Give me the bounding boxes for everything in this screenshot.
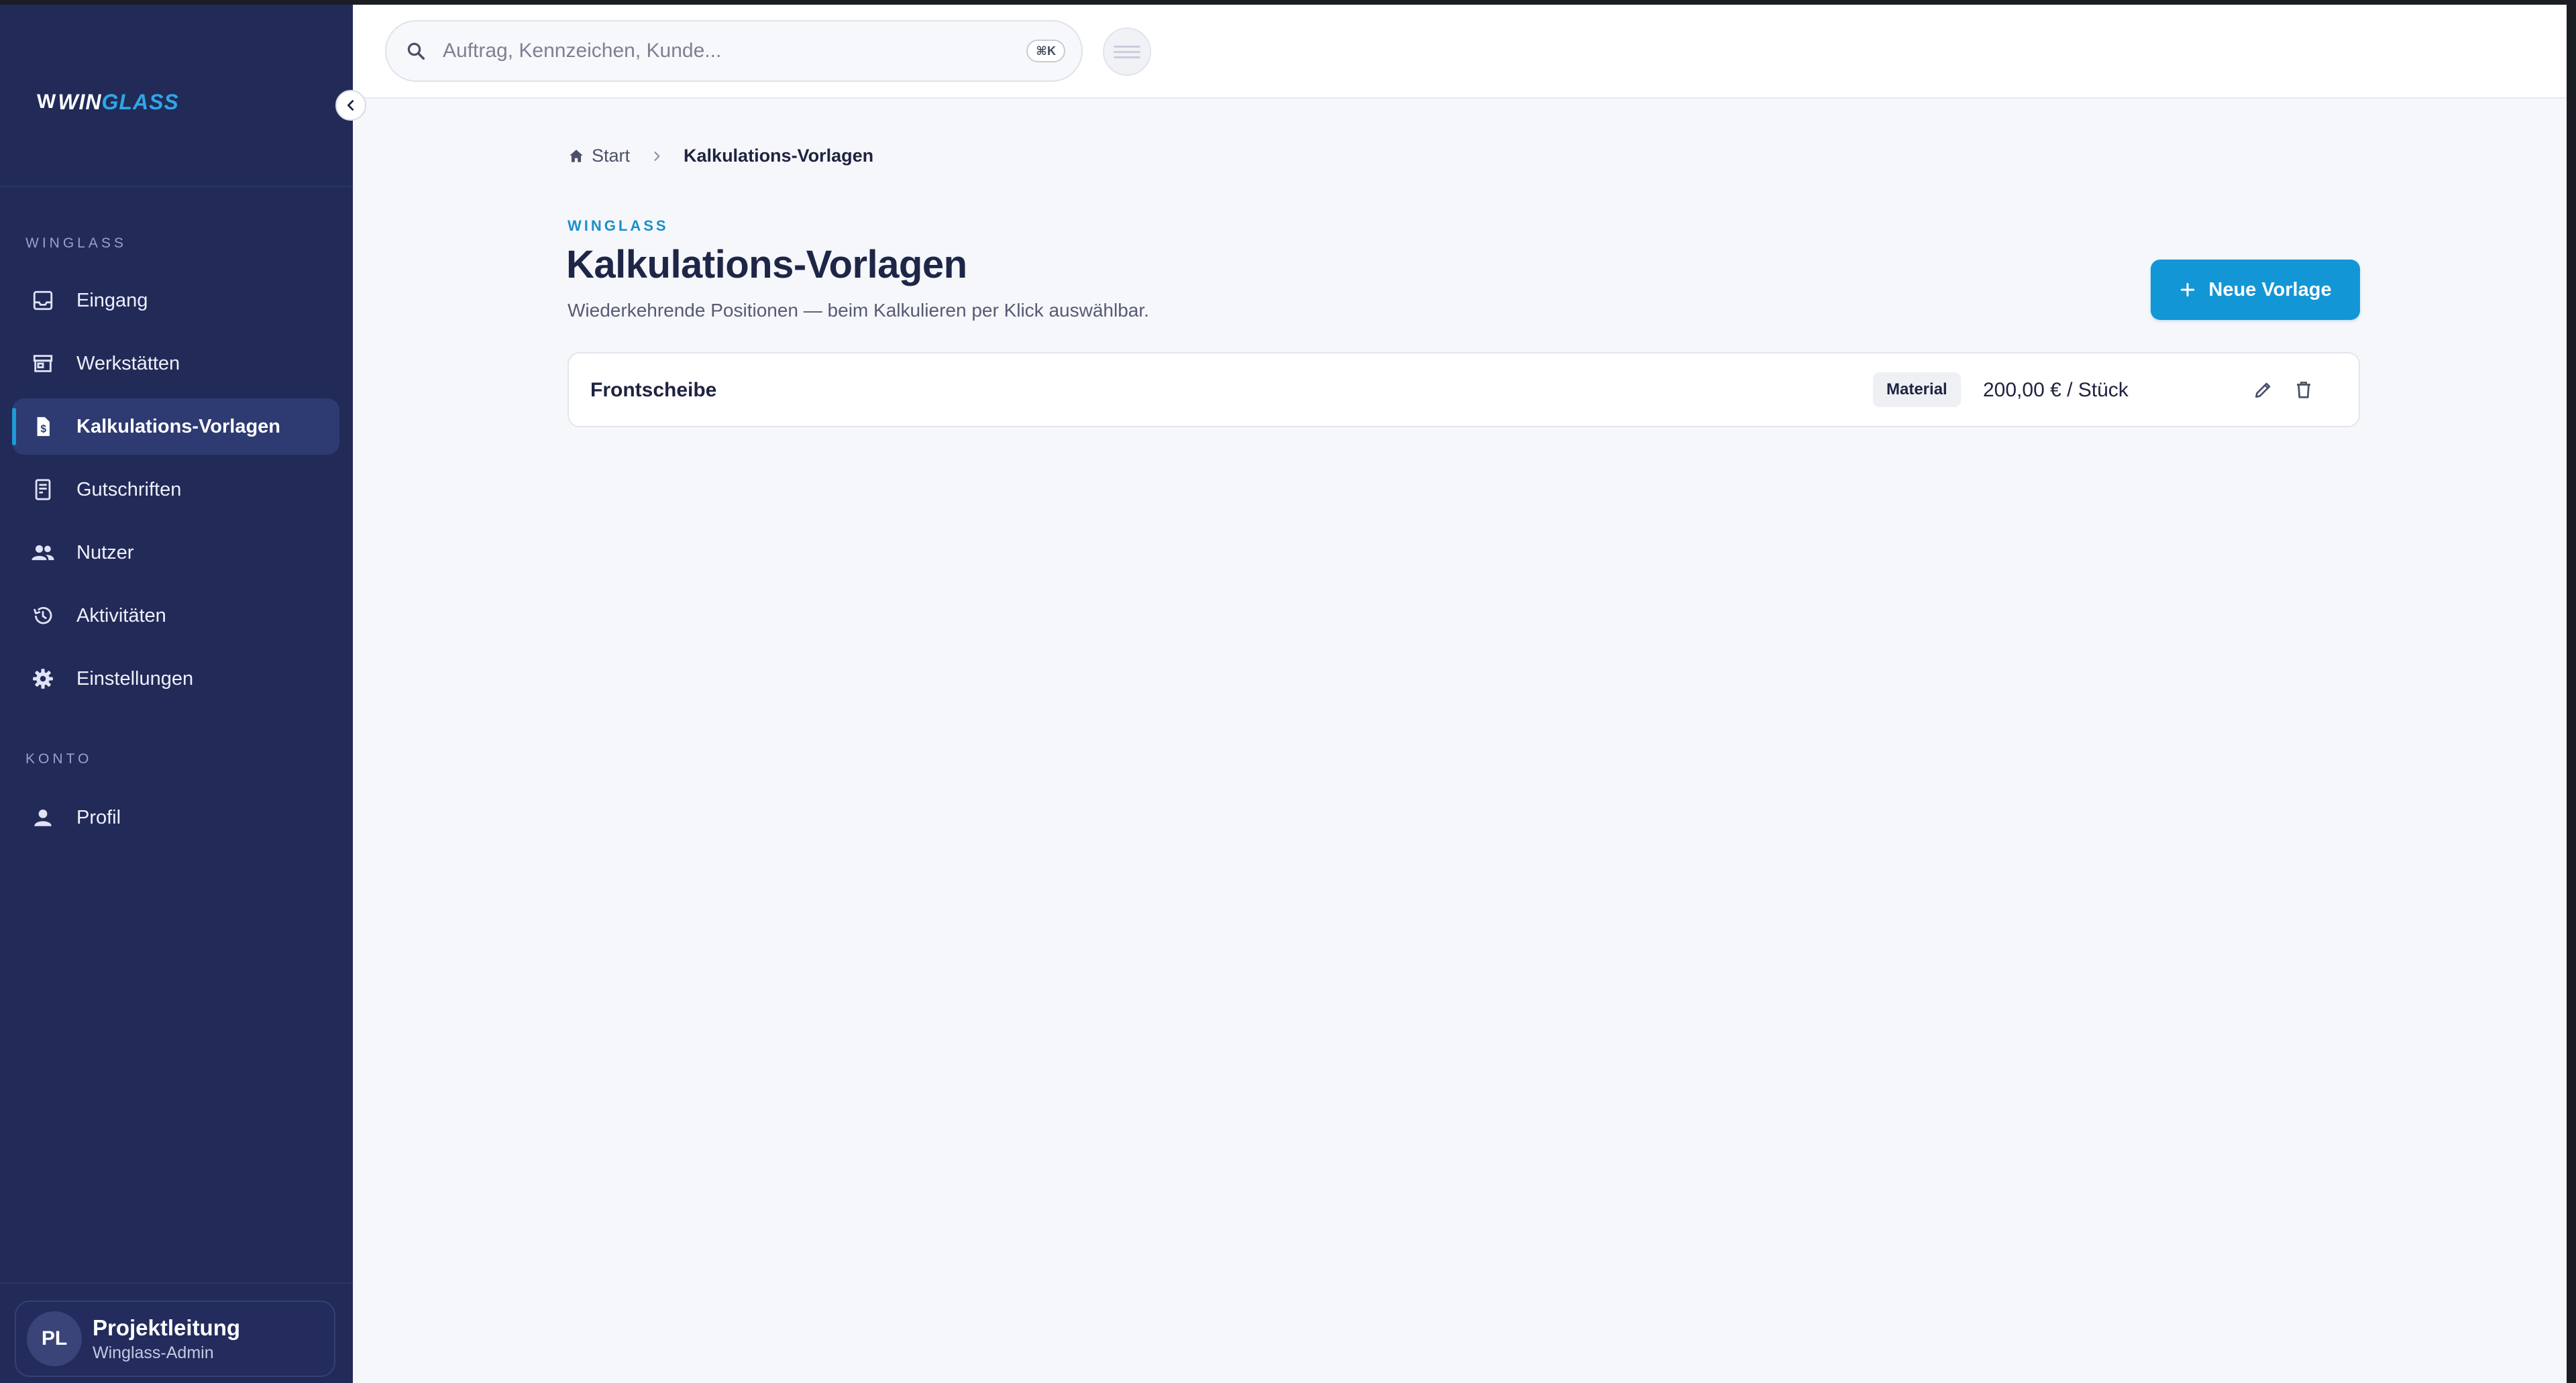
users-icon [30, 539, 56, 566]
sidebar-item-label: Werkstätten [76, 352, 180, 374]
account-avatar-button[interactable] [1103, 27, 1151, 76]
logo-text-primary: WIN [58, 89, 102, 114]
new-template-button-label: Neue Vorlage [2208, 278, 2332, 300]
user-menu[interactable]: PL Projektleitung Winglass-Admin [15, 1301, 335, 1377]
sidebar-item-label: Aktivitäten [76, 604, 166, 626]
sidebar-item-label: Einstellungen [76, 667, 194, 689]
collapse-sidebar-button[interactable] [335, 90, 366, 121]
person-icon [30, 804, 56, 831]
user-role: Winglass-Admin [93, 1343, 214, 1362]
store-icon [30, 350, 56, 377]
search-icon [402, 38, 429, 64]
plus-icon [2179, 281, 2196, 298]
sidebar-item-nutzer[interactable]: Nutzer [12, 524, 339, 581]
logo-text-accent: GLASS [101, 89, 179, 114]
section-label-konto: KONTO [25, 751, 93, 767]
sidebar-item-label: Profil [76, 806, 121, 828]
trash-icon [2297, 382, 2310, 398]
history-icon [30, 602, 56, 629]
sidebar-item-label: Nutzer [76, 541, 134, 563]
logo[interactable]: W WIN GLASS [37, 89, 179, 115]
sidebar-item-gutschriften[interactable]: Gutschriften [12, 461, 339, 518]
edit-button[interactable] [2247, 374, 2279, 406]
sidebar-item-einstellungen[interactable]: Einstellungen [12, 651, 339, 707]
sidebar-divider [0, 186, 353, 187]
category-badge: Material [1873, 372, 1961, 407]
template-row[interactable]: Frontscheibe Material 200,00 € / Stück [568, 352, 2360, 427]
search-input[interactable] [441, 39, 1008, 63]
search-bar[interactable]: ⌘K [385, 20, 1083, 82]
delete-button[interactable] [2288, 374, 2320, 406]
credit-note-icon [30, 476, 56, 503]
sidebar-item-eingang[interactable]: Eingang [12, 272, 339, 329]
template-name: Frontscheibe [590, 379, 717, 401]
sidebar-item-kalkulations-vorlagen[interactable]: $ Kalkulations-Vorlagen [12, 398, 339, 455]
app-window: W WIN GLASS WINGLASS Eingang Werkstätten… [0, 5, 2567, 1383]
sidebar-item-label: Kalkulations-Vorlagen [76, 415, 281, 437]
user-name: Projektleitung [93, 1315, 241, 1340]
avatar-placeholder-icon [1114, 42, 1140, 62]
breadcrumb-home-label: Start [592, 146, 631, 166]
chevron-left-icon [347, 100, 354, 111]
section-label-winglass: WINGLASS [25, 235, 127, 251]
sidebar-item-werkstaetten[interactable]: Werkstätten [12, 335, 339, 392]
page-eyebrow: WINGLASS [568, 217, 669, 234]
breadcrumb-current: Kalkulations-Vorlagen [684, 146, 874, 166]
pencil-icon [2255, 382, 2271, 398]
sidebar-item-profil[interactable]: Profil [12, 789, 339, 846]
chevron-right-icon [650, 150, 663, 163]
breadcrumb-home-link[interactable]: Start [568, 146, 630, 166]
receipt-icon: $ [30, 413, 56, 440]
breadcrumb: Start Kalkulations-Vorlagen [568, 146, 873, 166]
main-content: ⌘K Start Kalkulations-Vorlagen WINGLASS … [353, 5, 2567, 1383]
logo-mark: W [37, 91, 57, 113]
gear-icon [30, 665, 56, 692]
home-icon [568, 148, 585, 165]
avatar: PL [27, 1311, 82, 1366]
sidebar-item-label: Gutschriften [76, 478, 182, 500]
shortcut-badge: ⌘K [1026, 40, 1065, 62]
sidebar-item-label: Eingang [76, 289, 148, 311]
template-price: 200,00 € / Stück [1983, 379, 2129, 401]
page-title: Kalkulations-Vorlagen [566, 243, 967, 286]
svg-text:$: $ [40, 424, 46, 435]
inbox-icon [30, 287, 56, 314]
new-template-button[interactable]: Neue Vorlage [2151, 260, 2360, 320]
page-subtitle: Wiederkehrende Positionen — beim Kalkuli… [568, 300, 1149, 321]
sidebar-item-aktivitaeten[interactable]: Aktivitäten [12, 588, 339, 644]
topbar: ⌘K [353, 5, 2567, 99]
sidebar: W WIN GLASS WINGLASS Eingang Werkstätten… [0, 5, 366, 1383]
sidebar-divider [0, 1282, 353, 1284]
